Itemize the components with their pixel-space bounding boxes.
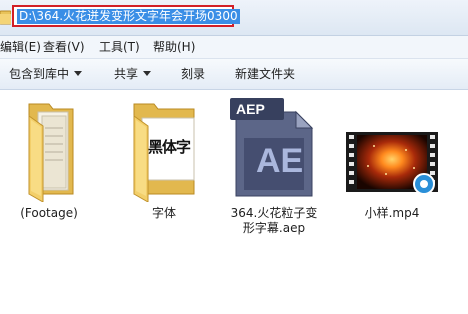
include-in-library-label: 包含到库中 xyxy=(9,67,70,81)
file-name: 字体 xyxy=(151,206,176,220)
include-in-library-button[interactable]: 包含到库中 xyxy=(9,66,83,82)
folder-preview-text: 黑体字 xyxy=(148,138,191,156)
command-bar: 包含到库中 共享 刻录 新建文件夹 xyxy=(0,59,468,90)
address-path[interactable]: D:\364.火花迸发变形文字年会开场0300 xyxy=(17,9,240,24)
file-list: (Footage) 黑体字 字体 AEP AE 364.火花粒子变 形字幕.ae… xyxy=(0,90,468,314)
menu-bar: 编辑(E) 查看(V) 工具(T) 帮助(H) xyxy=(0,36,468,59)
menu-tools[interactable]: 工具(T) xyxy=(99,39,140,55)
share-button[interactable]: 共享 xyxy=(114,66,152,82)
chevron-down-icon xyxy=(143,71,152,76)
ae-logo-text: AE xyxy=(256,142,304,180)
folder-icon: 黑体字 xyxy=(116,98,212,202)
menu-edit[interactable]: 编辑(E) xyxy=(0,39,41,55)
video-file-icon xyxy=(344,98,440,202)
file-name: 364.火花粒子变 形字幕.aep xyxy=(226,206,322,236)
folder-icon xyxy=(0,7,12,27)
file-name-line-1: 364.火花粒子变 xyxy=(230,206,318,220)
address-row: D:\364.火花迸发变形文字年会开场0300 xyxy=(0,0,468,36)
menu-view[interactable]: 查看(V) xyxy=(43,39,85,55)
new-folder-button[interactable]: 新建文件夹 xyxy=(235,66,295,82)
file-name-line-2: 形字幕.aep xyxy=(242,221,306,235)
chevron-down-icon xyxy=(74,71,83,76)
explorer-window: D:\364.火花迸发变形文字年会开场0300 编辑(E) 查看(V) 工具(T… xyxy=(0,0,468,314)
address-field[interactable]: D:\364.火花迸发变形文字年会开场0300 xyxy=(12,5,240,27)
after-effects-file-icon: AEP AE xyxy=(226,98,322,202)
file-name: 小样.mp4 xyxy=(364,206,420,220)
share-label: 共享 xyxy=(114,67,139,81)
burn-button[interactable]: 刻录 xyxy=(181,66,205,82)
menu-help[interactable]: 帮助(H) xyxy=(153,39,195,55)
file-type-badge: AEP xyxy=(236,101,265,117)
folder-icon xyxy=(1,98,97,202)
file-name: (Footage) xyxy=(20,206,78,220)
